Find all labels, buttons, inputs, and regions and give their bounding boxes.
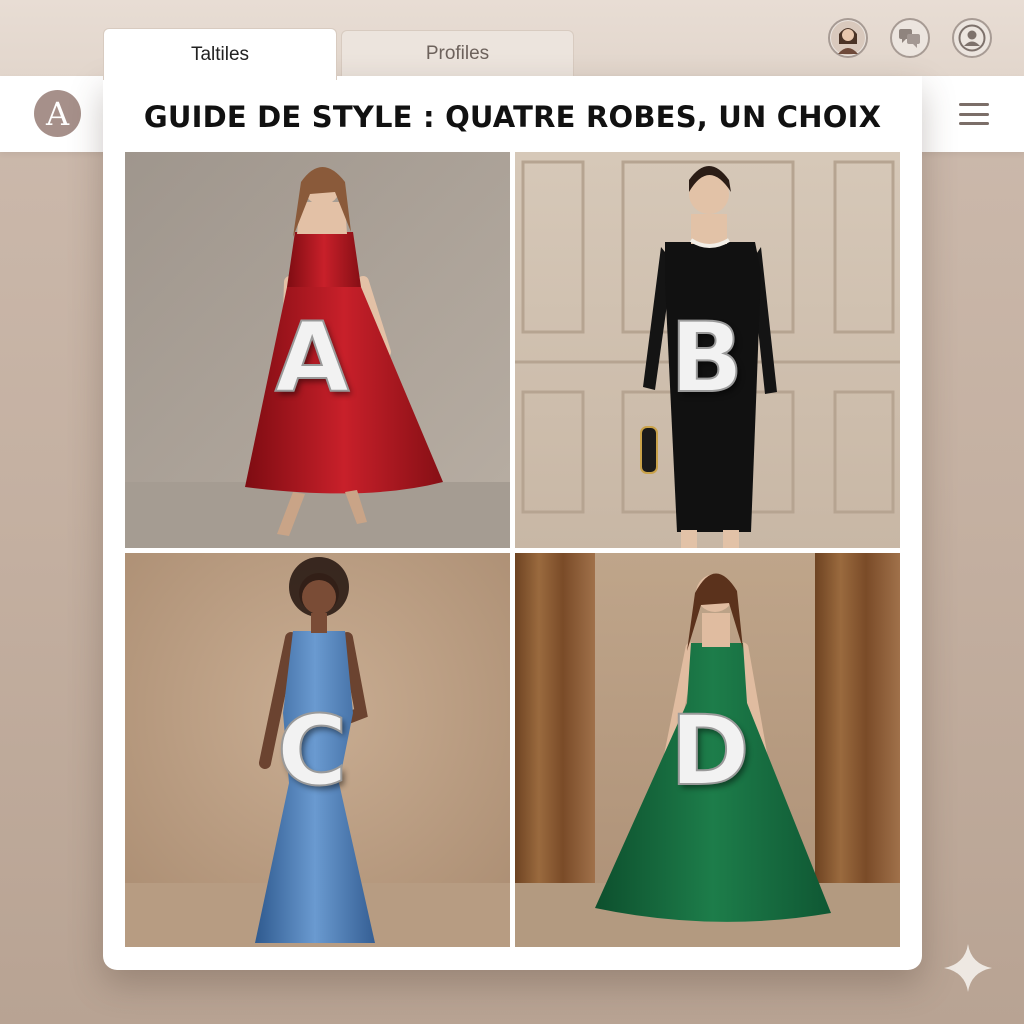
tab-profiles-label: Profiles xyxy=(425,42,490,64)
tab-profiles[interactable]: Profiles xyxy=(341,30,574,76)
option-letter-b: B xyxy=(669,301,744,415)
app-logo[interactable]: A xyxy=(34,90,81,137)
logo-letter: A xyxy=(45,94,70,133)
style-guide-card: GUIDE DE STYLE : QUATRE ROBES, UN CHOIX … xyxy=(103,76,922,970)
tab-taltiles-label: Taltiles xyxy=(190,43,250,65)
dress-option-c[interactable]: C xyxy=(125,553,510,949)
option-letter-a: A xyxy=(274,301,350,415)
user-account-icon[interactable] xyxy=(952,18,992,58)
profile-photo-icon[interactable] xyxy=(828,18,868,58)
option-letter-c: C xyxy=(276,694,348,808)
dress-option-d[interactable]: D xyxy=(515,553,900,949)
dress-option-b[interactable]: B xyxy=(515,152,900,548)
sparkle-icon xyxy=(944,944,992,992)
tab-taltiles[interactable]: Taltiles xyxy=(103,28,337,80)
dress-option-a[interactable]: A xyxy=(125,152,510,548)
page-title: GUIDE DE STYLE : QUATRE ROBES, UN CHOIX xyxy=(143,100,882,134)
option-letter-d: D xyxy=(669,694,751,808)
chat-bubbles-icon[interactable] xyxy=(890,18,930,58)
hamburger-menu-icon[interactable] xyxy=(956,100,992,128)
